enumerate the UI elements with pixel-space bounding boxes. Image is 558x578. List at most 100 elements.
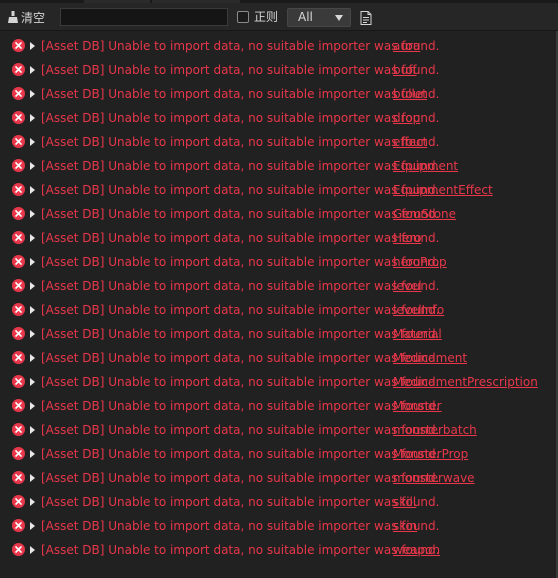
log-entry[interactable]: [Asset DB] Unable to import data, no sui… [0, 370, 556, 394]
asset-link[interactable]: MedicamentPrescription [393, 374, 538, 390]
log-message: [Asset DB] Unable to import data, no sui… [41, 519, 440, 533]
asset-link[interactable]: levelInfo [393, 302, 444, 318]
asset-link[interactable]: Medicament [393, 350, 467, 366]
asset-link[interactable]: Material [393, 326, 442, 342]
log-entry[interactable]: [Asset DB] Unable to import data, no sui… [0, 154, 556, 178]
asset-link[interactable]: MonsterProp [393, 446, 468, 462]
log-message: [Asset DB] Unable to import data, no sui… [41, 183, 440, 197]
log-level-select[interactable]: All [287, 8, 351, 27]
chevron-down-icon [335, 15, 343, 21]
log-entry[interactable]: [Asset DB] Unable to import data, no sui… [0, 346, 556, 370]
error-icon [12, 399, 25, 412]
log-message: [Asset DB] Unable to import data, no sui… [41, 423, 440, 437]
log-entry[interactable]: [Asset DB] Unable to import data, no sui… [0, 106, 556, 130]
expand-arrow-icon[interactable] [30, 162, 35, 170]
asset-link[interactable]: skin [393, 518, 417, 534]
log-entry[interactable]: [Asset DB] Unable to import data, no sui… [0, 274, 556, 298]
error-icon [12, 375, 25, 388]
asset-link[interactable]: effect [393, 134, 427, 150]
document-icon[interactable] [360, 11, 372, 25]
asset-link[interactable]: Equipment [393, 158, 458, 174]
expand-arrow-icon[interactable] [30, 42, 35, 50]
error-icon [12, 519, 25, 532]
log-entry[interactable]: [Asset DB] Unable to import data, no sui… [0, 466, 556, 490]
expand-arrow-icon[interactable] [30, 210, 35, 218]
expand-arrow-icon[interactable] [30, 66, 35, 74]
asset-link[interactable]: Hero [393, 230, 421, 246]
error-icon [12, 135, 25, 148]
error-icon [12, 39, 25, 52]
log-message: [Asset DB] Unable to import data, no sui… [41, 39, 440, 53]
log-message: [Asset DB] Unable to import data, no sui… [41, 303, 440, 317]
asset-link[interactable]: Monster [393, 398, 442, 414]
asset-link[interactable]: bullet [393, 86, 427, 102]
log-entry[interactable]: [Asset DB] Unable to import data, no sui… [0, 298, 556, 322]
expand-arrow-icon[interactable] [30, 282, 35, 290]
asset-link[interactable]: weapon [393, 542, 440, 558]
expand-arrow-icon[interactable] [30, 354, 35, 362]
asset-link[interactable]: drop [393, 110, 420, 126]
expand-arrow-icon[interactable] [30, 378, 35, 386]
asset-link[interactable]: monsterwave [393, 470, 475, 486]
expand-arrow-icon[interactable] [30, 402, 35, 410]
expand-arrow-icon[interactable] [30, 234, 35, 242]
error-icon [12, 279, 25, 292]
log-entry[interactable]: [Asset DB] Unable to import data, no sui… [0, 418, 556, 442]
asset-link[interactable]: skill [393, 494, 416, 510]
expand-arrow-icon[interactable] [30, 474, 35, 482]
log-entry[interactable]: [Asset DB] Unable to import data, no sui… [0, 250, 556, 274]
expand-arrow-icon[interactable] [30, 330, 35, 338]
log-entry[interactable]: [Asset DB] Unable to import data, no sui… [0, 58, 556, 82]
log-message: [Asset DB] Unable to import data, no sui… [41, 471, 440, 485]
expand-arrow-icon[interactable] [30, 258, 35, 266]
log-entry[interactable]: [Asset DB] Unable to import data, no sui… [0, 322, 556, 346]
log-entry[interactable]: [Asset DB] Unable to import data, no sui… [0, 202, 556, 226]
expand-arrow-icon[interactable] [30, 498, 35, 506]
log-message: [Asset DB] Unable to import data, no sui… [41, 255, 440, 269]
log-message: [Asset DB] Unable to import data, no sui… [41, 87, 440, 101]
log-message: [Asset DB] Unable to import data, no sui… [41, 399, 440, 413]
expand-arrow-icon[interactable] [30, 114, 35, 122]
expand-arrow-icon[interactable] [30, 186, 35, 194]
asset-link[interactable]: GemStone [393, 206, 456, 222]
expand-arrow-icon[interactable] [30, 450, 35, 458]
asset-link[interactable]: heroProp [393, 254, 447, 270]
log-entry[interactable]: [Asset DB] Unable to import data, no sui… [0, 34, 556, 58]
asset-link[interactable]: EquipmentEffect [393, 182, 493, 198]
error-icon [12, 183, 25, 196]
expand-arrow-icon[interactable] [30, 522, 35, 530]
log-entry[interactable]: [Asset DB] Unable to import data, no sui… [0, 514, 556, 538]
expand-arrow-icon[interactable] [30, 426, 35, 434]
error-icon [12, 543, 25, 556]
regex-checkbox[interactable] [237, 11, 249, 23]
expand-arrow-icon[interactable] [30, 138, 35, 146]
asset-link[interactable]: monsterbatch [393, 422, 477, 438]
expand-arrow-icon[interactable] [30, 546, 35, 554]
expand-arrow-icon[interactable] [30, 90, 35, 98]
log-message: [Asset DB] Unable to import data, no sui… [41, 447, 440, 461]
log-entry[interactable]: [Asset DB] Unable to import data, no sui… [0, 394, 556, 418]
expand-arrow-icon[interactable] [30, 306, 35, 314]
error-icon [12, 87, 25, 100]
search-input[interactable] [60, 8, 228, 26]
log-message: [Asset DB] Unable to import data, no sui… [41, 351, 440, 365]
log-message: [Asset DB] Unable to import data, no sui… [41, 279, 440, 293]
error-icon [12, 255, 25, 268]
asset-link[interactable]: level [393, 278, 422, 294]
clear-button[interactable]: 清空 [8, 7, 45, 27]
clear-label: 清空 [21, 10, 46, 25]
asset-link[interactable]: aura [393, 38, 420, 54]
log-entry[interactable]: [Asset DB] Unable to import data, no sui… [0, 178, 556, 202]
log-level-selected: All [298, 10, 313, 24]
asset-link[interactable]: buff [393, 62, 417, 78]
log-entry[interactable]: [Asset DB] Unable to import data, no sui… [0, 538, 556, 562]
log-message: [Asset DB] Unable to import data, no sui… [41, 327, 440, 341]
log-entry[interactable]: [Asset DB] Unable to import data, no sui… [0, 442, 556, 466]
log-entry[interactable]: [Asset DB] Unable to import data, no sui… [0, 490, 556, 514]
error-icon [12, 63, 25, 76]
log-message: [Asset DB] Unable to import data, no sui… [41, 135, 440, 149]
log-entry[interactable]: [Asset DB] Unable to import data, no sui… [0, 226, 556, 250]
log-entry[interactable]: [Asset DB] Unable to import data, no sui… [0, 130, 556, 154]
error-icon [12, 327, 25, 340]
log-entry[interactable]: [Asset DB] Unable to import data, no sui… [0, 82, 556, 106]
